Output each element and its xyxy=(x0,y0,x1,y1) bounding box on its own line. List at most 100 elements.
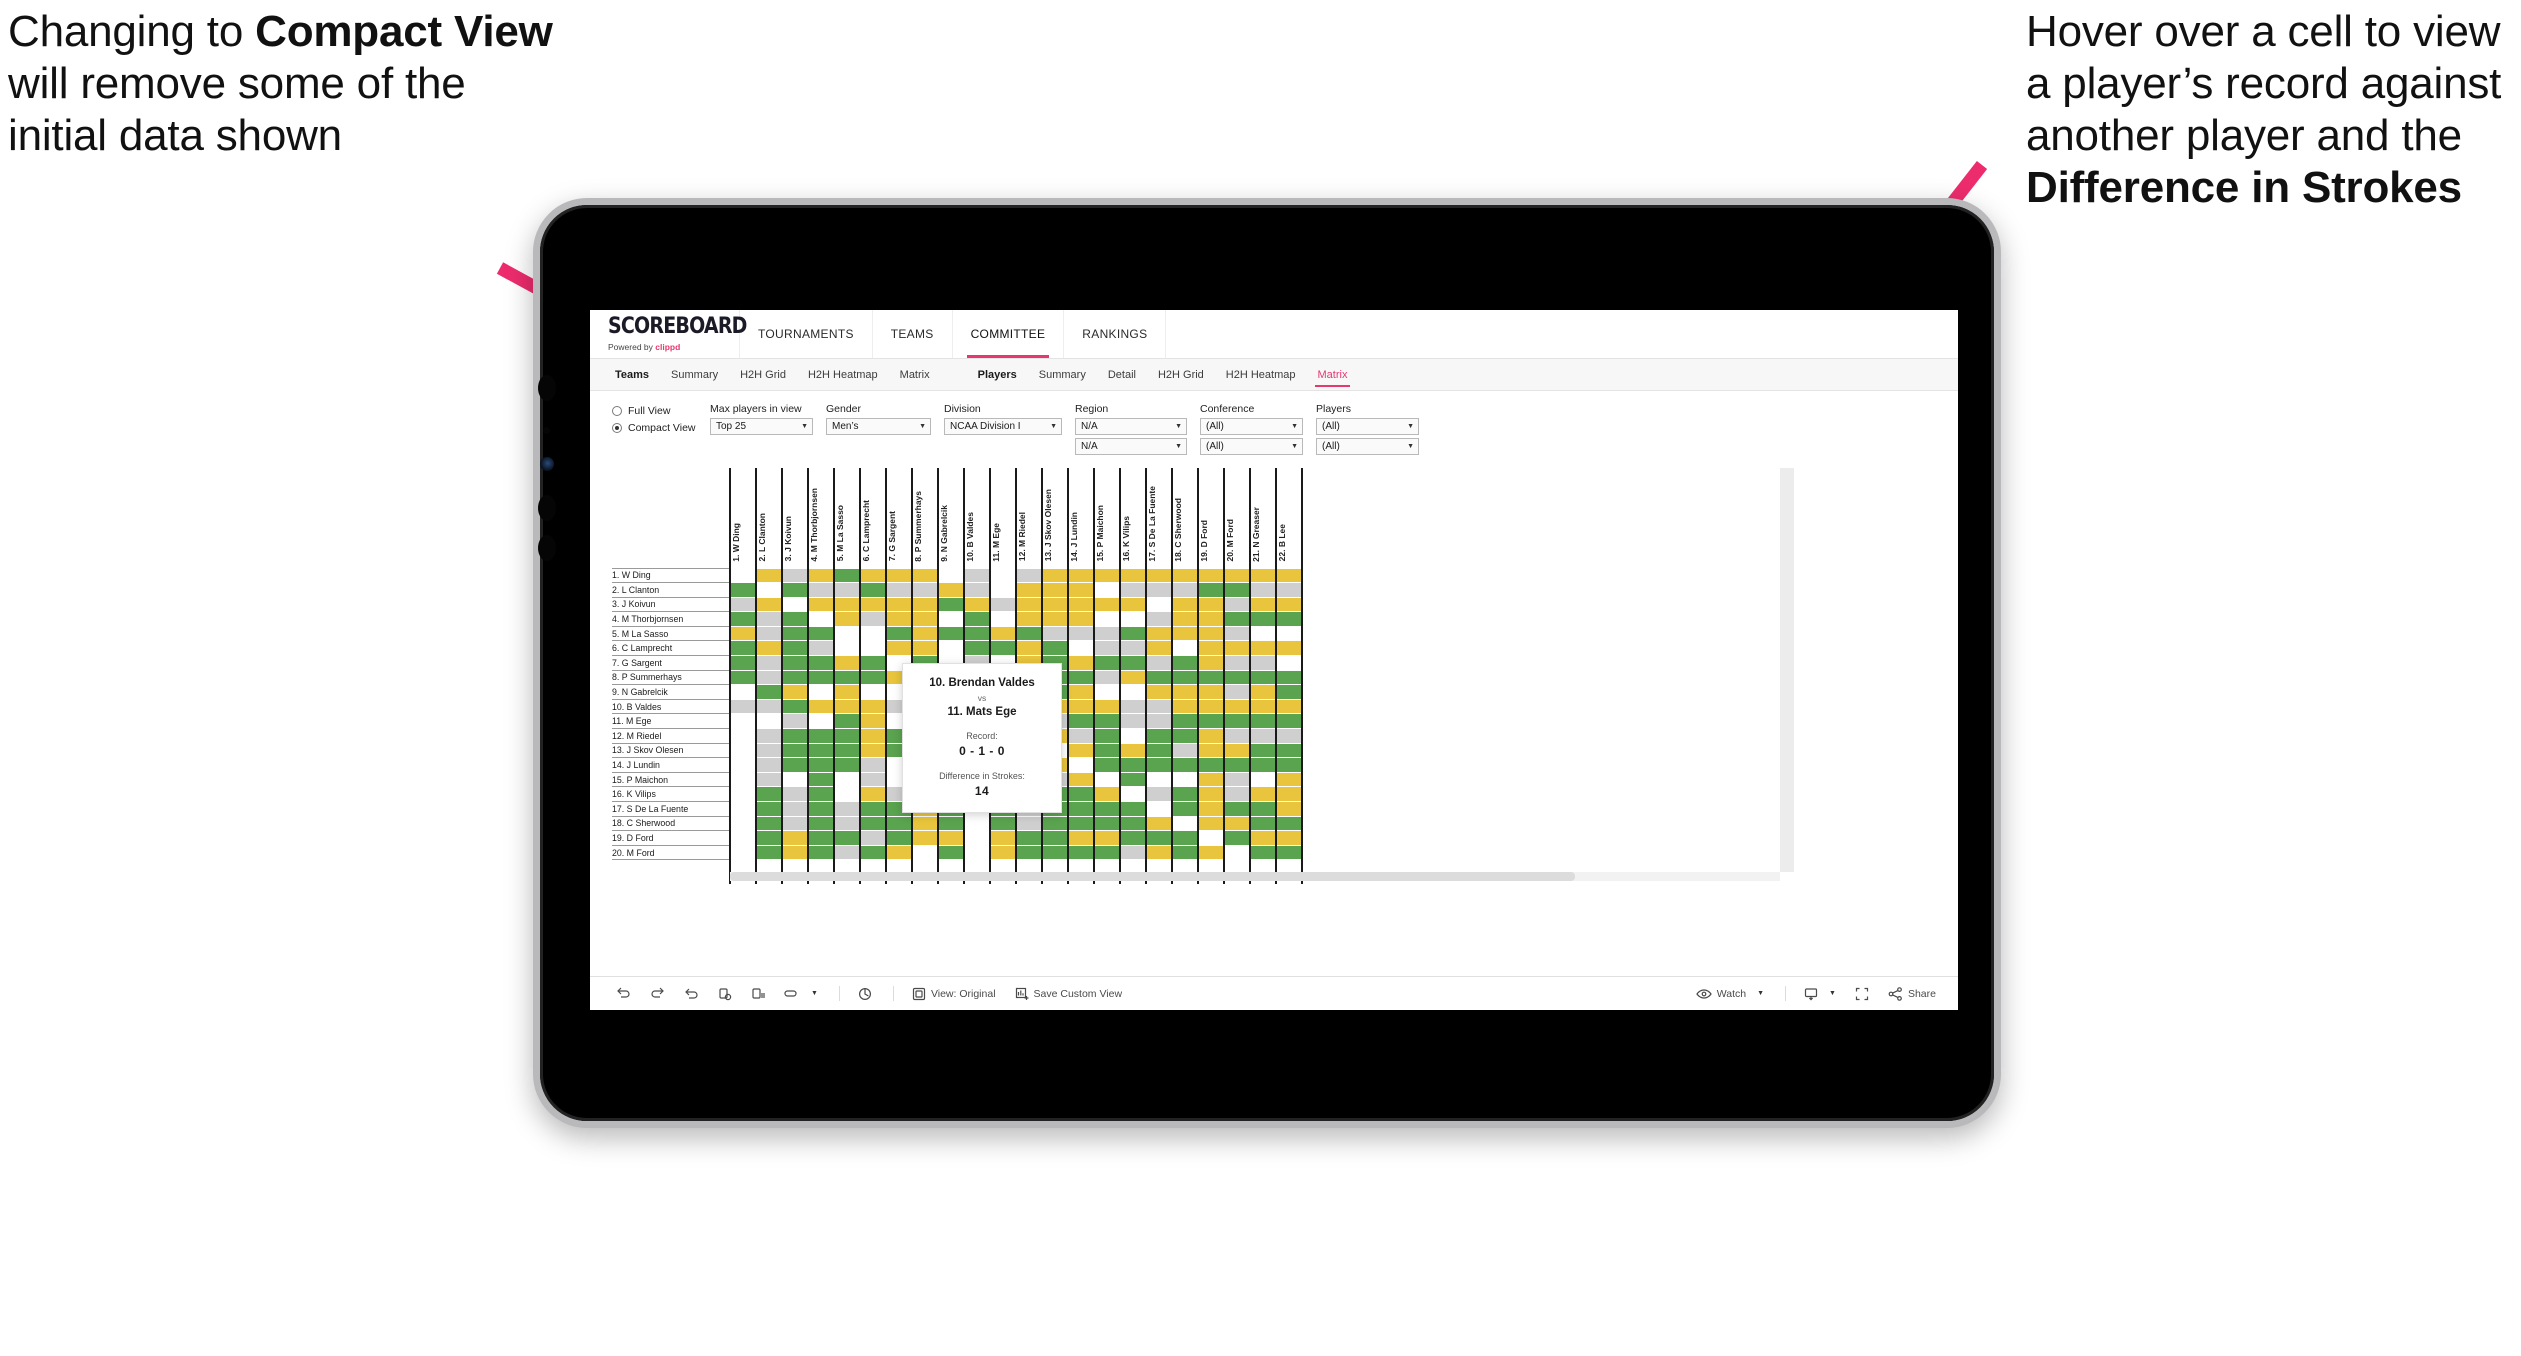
matrix-cell[interactable] xyxy=(911,596,939,613)
matrix-cell[interactable] xyxy=(1067,611,1095,627)
matrix-cell[interactable] xyxy=(1197,582,1225,598)
matrix-cell[interactable] xyxy=(1223,698,1251,715)
matrix-cell[interactable] xyxy=(781,625,809,642)
matrix-cell[interactable] xyxy=(1197,655,1225,671)
matrix-cell[interactable] xyxy=(911,844,939,861)
matrix-cell[interactable] xyxy=(781,801,809,817)
matrix-cell[interactable] xyxy=(781,830,809,846)
matrix-cell[interactable] xyxy=(1223,742,1251,759)
matrix-cell[interactable] xyxy=(729,669,757,686)
matrix-cell[interactable] xyxy=(859,815,887,832)
matrix-cell[interactable] xyxy=(833,582,861,598)
matrix-cell[interactable] xyxy=(755,582,783,598)
matrix-cell[interactable] xyxy=(1249,611,1277,627)
matrix-cell[interactable] xyxy=(1041,815,1069,832)
matrix-cell[interactable] xyxy=(1197,757,1225,773)
tab-players-summary[interactable]: Summary xyxy=(1028,359,1097,390)
matrix-cell[interactable] xyxy=(1145,582,1173,598)
pan-mode-dropdown[interactable]: ▼ xyxy=(784,988,818,1000)
matrix-cell[interactable] xyxy=(911,567,939,584)
matrix-cell[interactable] xyxy=(1197,596,1225,613)
matrix-cell[interactable] xyxy=(1119,684,1147,700)
matrix-cell[interactable] xyxy=(833,742,861,759)
matrix-cell[interactable] xyxy=(781,655,809,671)
matrix-cell[interactable] xyxy=(755,640,783,657)
matrix-cell[interactable] xyxy=(1067,596,1095,613)
nav-item-tournaments[interactable]: TOURNAMENTS xyxy=(740,310,873,358)
matrix-cell[interactable] xyxy=(1119,728,1147,744)
matrix-cell[interactable] xyxy=(1171,698,1199,715)
matrix-cell[interactable] xyxy=(1067,786,1095,802)
matrix-cell[interactable] xyxy=(1067,742,1095,759)
matrix-cell[interactable] xyxy=(1249,830,1277,846)
matrix-cell[interactable] xyxy=(1145,830,1173,846)
matrix-cell[interactable] xyxy=(1145,596,1173,613)
matrix-cell[interactable] xyxy=(1093,625,1121,642)
matrix-cell[interactable] xyxy=(885,640,913,657)
matrix-cell[interactable] xyxy=(729,757,757,773)
matrix-cell[interactable] xyxy=(1223,684,1251,700)
show-me-help-button[interactable] xyxy=(858,987,872,1001)
matrix-cell[interactable] xyxy=(1145,669,1173,686)
matrix-cell[interactable] xyxy=(1171,757,1199,773)
tab-players-h2h-grid[interactable]: H2H Grid xyxy=(1147,359,1215,390)
matrix-cell[interactable] xyxy=(1171,713,1199,730)
matrix-cell[interactable] xyxy=(1197,713,1225,730)
matrix-cell[interactable] xyxy=(1093,801,1121,817)
matrix-cell[interactable] xyxy=(833,596,861,613)
matrix-cell[interactable] xyxy=(1197,830,1225,846)
matrix-cell[interactable] xyxy=(1119,698,1147,715)
matrix-cell[interactable] xyxy=(1119,596,1147,613)
matrix-cell[interactable] xyxy=(1145,567,1173,584)
matrix-cell[interactable] xyxy=(781,728,809,744)
matrix-cell[interactable] xyxy=(1119,742,1147,759)
filter-max-players-select[interactable]: Top 25 ▼ xyxy=(710,418,813,435)
matrix-cell[interactable] xyxy=(1223,786,1251,802)
brand-logo[interactable]: SCOREBOARD Powered by clippd xyxy=(590,310,747,358)
matrix-cell[interactable] xyxy=(1223,625,1251,642)
matrix-cell[interactable] xyxy=(859,713,887,730)
matrix-cell[interactable] xyxy=(781,771,809,788)
matrix-cell[interactable] xyxy=(885,567,913,584)
matrix-cell[interactable] xyxy=(937,625,965,642)
matrix-cell[interactable] xyxy=(1145,786,1173,802)
filter-division-select[interactable]: NCAA Division I ▼ xyxy=(944,418,1062,435)
matrix-cell[interactable] xyxy=(807,596,835,613)
matrix-cell[interactable] xyxy=(1093,844,1121,861)
matrix-cell[interactable] xyxy=(833,728,861,744)
matrix-cell[interactable] xyxy=(807,713,835,730)
matrix-cell[interactable] xyxy=(1093,771,1121,788)
matrix-cell[interactable] xyxy=(781,640,809,657)
matrix-cell[interactable] xyxy=(937,596,965,613)
matrix-cell[interactable] xyxy=(1145,640,1173,657)
matrix-cell[interactable] xyxy=(755,757,783,773)
matrix-cell[interactable] xyxy=(807,684,835,700)
matrix-cell[interactable] xyxy=(1197,611,1225,627)
tab-teams-h2h-heatmap[interactable]: H2H Heatmap xyxy=(797,359,889,390)
matrix-cell[interactable] xyxy=(1223,655,1251,671)
matrix-cell[interactable] xyxy=(1249,596,1277,613)
matrix-cell[interactable] xyxy=(781,611,809,627)
matrix-cell[interactable] xyxy=(1249,771,1277,788)
matrix-cell[interactable] xyxy=(1275,801,1303,817)
matrix-cell[interactable] xyxy=(1093,669,1121,686)
matrix-cell[interactable] xyxy=(1223,844,1251,861)
matrix-cell[interactable] xyxy=(755,844,783,861)
matrix-cell[interactable] xyxy=(859,786,887,802)
matrix-cell[interactable] xyxy=(1119,669,1147,686)
matrix-cell[interactable] xyxy=(729,844,757,861)
matrix-cell[interactable] xyxy=(729,567,757,584)
matrix-cell[interactable] xyxy=(1223,611,1251,627)
matrix-cell[interactable] xyxy=(755,625,783,642)
matrix-cell[interactable] xyxy=(729,801,757,817)
matrix-cell[interactable] xyxy=(963,844,991,861)
matrix-cell[interactable] xyxy=(1249,786,1277,802)
filter-players-select-1[interactable]: (All) ▼ xyxy=(1316,418,1419,435)
matrix-cell[interactable] xyxy=(807,728,835,744)
nav-item-teams[interactable]: TEAMS xyxy=(873,310,953,358)
matrix-cell[interactable] xyxy=(1145,815,1173,832)
matrix-cell[interactable] xyxy=(1223,582,1251,598)
matrix-cell[interactable] xyxy=(729,742,757,759)
matrix-cell[interactable] xyxy=(781,844,809,861)
matrix-cell[interactable] xyxy=(1093,684,1121,700)
